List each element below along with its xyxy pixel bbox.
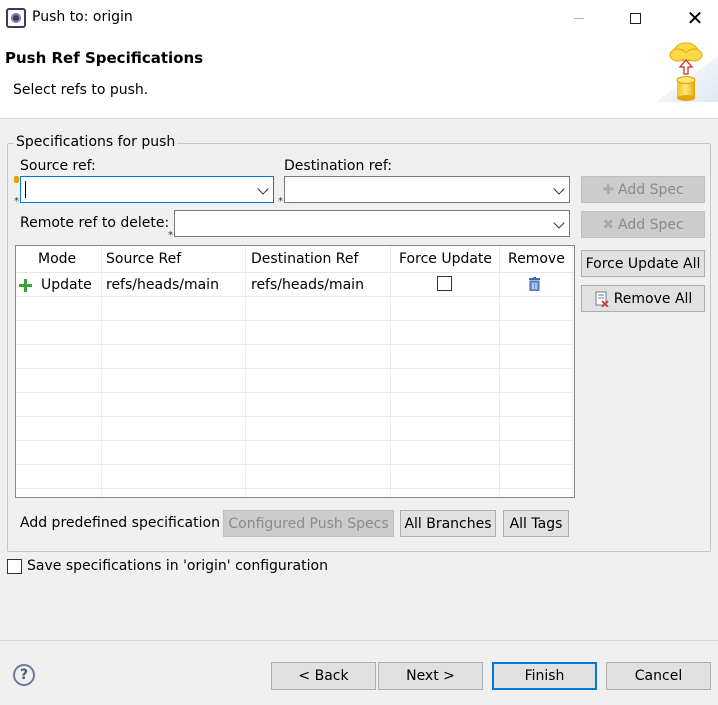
table-header: Mode Source Ref Destination Ref Force Up…	[16, 246, 574, 273]
next-label: Next >	[406, 668, 455, 684]
maximize-button[interactable]	[612, 0, 658, 36]
save-config-option[interactable]: Save specifications in 'origin' configur…	[7, 558, 328, 574]
force-update-all-button[interactable]: Force Update All	[581, 250, 705, 277]
destination-ref-label: Destination ref:	[284, 158, 392, 174]
add-spec-button[interactable]: ✚ Add Spec	[581, 176, 705, 203]
source-ref-cell[interactable]: refs/heads/main	[106, 273, 219, 297]
minimize-button[interactable]	[556, 0, 602, 36]
specifications-group-label: Specifications for push	[14, 134, 178, 150]
save-config-checkbox[interactable]	[7, 558, 22, 574]
remote-ref-delete-label: Remote ref to delete:	[20, 215, 170, 231]
required-marker: *	[14, 196, 19, 207]
column-header-mode[interactable]: Mode	[36, 246, 76, 273]
all-branches-button[interactable]: All Branches	[400, 510, 496, 537]
cancel-button[interactable]: Cancel	[606, 662, 711, 690]
minimize-icon	[574, 17, 584, 19]
column-header-source-ref[interactable]: Source Ref	[104, 246, 181, 273]
source-ref-label: Source ref:	[20, 158, 96, 174]
content-assist-icon	[14, 176, 19, 183]
destination-ref-combo[interactable]	[284, 176, 570, 203]
configured-push-specs-button[interactable]: Configured Push Specs	[223, 510, 394, 537]
required-marker: *	[168, 230, 173, 241]
column-header-remove[interactable]: Remove	[506, 246, 565, 273]
footer-separator	[0, 640, 718, 641]
force-update-checkbox[interactable]	[437, 276, 452, 291]
page-title: Push Ref Specifications	[5, 49, 204, 67]
text-cursor	[25, 181, 26, 198]
help-icon[interactable]: ?	[13, 664, 35, 686]
predefined-spec-label: Add predefined specification	[20, 515, 220, 531]
add-green-icon	[19, 279, 32, 292]
destination-ref-cell[interactable]: refs/heads/main	[251, 273, 364, 297]
force-update-all-label: Force Update All	[585, 255, 701, 272]
trash-icon[interactable]	[529, 277, 540, 291]
back-button[interactable]: < Back	[271, 662, 376, 690]
all-tags-button[interactable]: All Tags	[503, 510, 569, 537]
chevron-down-icon[interactable]	[553, 183, 565, 195]
finish-label: Finish	[524, 668, 565, 684]
source-ref-combo[interactable]	[20, 176, 274, 203]
column-header-force-update[interactable]: Force Update	[397, 246, 492, 273]
add-spec-label: Add Spec	[618, 216, 684, 233]
title-bar: Push to: origin ✕	[0, 0, 718, 36]
chevron-down-icon[interactable]	[257, 183, 269, 195]
configured-push-specs-label: Configured Push Specs	[228, 515, 389, 532]
back-label: < Back	[298, 668, 349, 684]
add-delete-spec-button[interactable]: ✖ Add Spec	[581, 211, 705, 238]
column-header-destination-ref[interactable]: Destination Ref	[249, 246, 358, 273]
remove-all-label: Remove All	[613, 290, 693, 307]
maximize-icon	[629, 12, 641, 24]
save-config-label[interactable]: Save specifications in 'origin' configur…	[27, 558, 328, 574]
add-icon: ✚	[602, 181, 615, 198]
ref-specs-table[interactable]: Mode Source Ref Destination Ref Force Up…	[15, 245, 575, 498]
window-title: Push to: origin	[32, 9, 133, 25]
remove-all-icon	[595, 291, 609, 307]
cloud-push-database-icon	[656, 42, 718, 102]
next-button[interactable]: Next >	[378, 662, 483, 690]
eclipse-app-icon	[6, 8, 26, 28]
page-subtitle: Select refs to push.	[13, 82, 149, 98]
required-marker: *	[278, 196, 283, 207]
all-branches-label: All Branches	[404, 515, 492, 532]
delete-x-icon: ✖	[602, 216, 615, 233]
all-tags-label: All Tags	[509, 515, 563, 532]
remove-all-button[interactable]: Remove All	[581, 285, 705, 312]
close-button[interactable]: ✕	[672, 0, 718, 36]
mode-cell[interactable]: Update	[41, 273, 92, 297]
cancel-label: Cancel	[634, 668, 683, 684]
finish-button[interactable]: Finish	[492, 662, 597, 690]
add-spec-label: Add Spec	[618, 181, 684, 198]
close-icon: ✕	[686, 6, 704, 30]
chevron-down-icon[interactable]	[553, 217, 565, 229]
remote-ref-delete-combo[interactable]	[174, 210, 570, 237]
wizard-header: Push Ref Specifications Select refs to p…	[0, 36, 718, 119]
